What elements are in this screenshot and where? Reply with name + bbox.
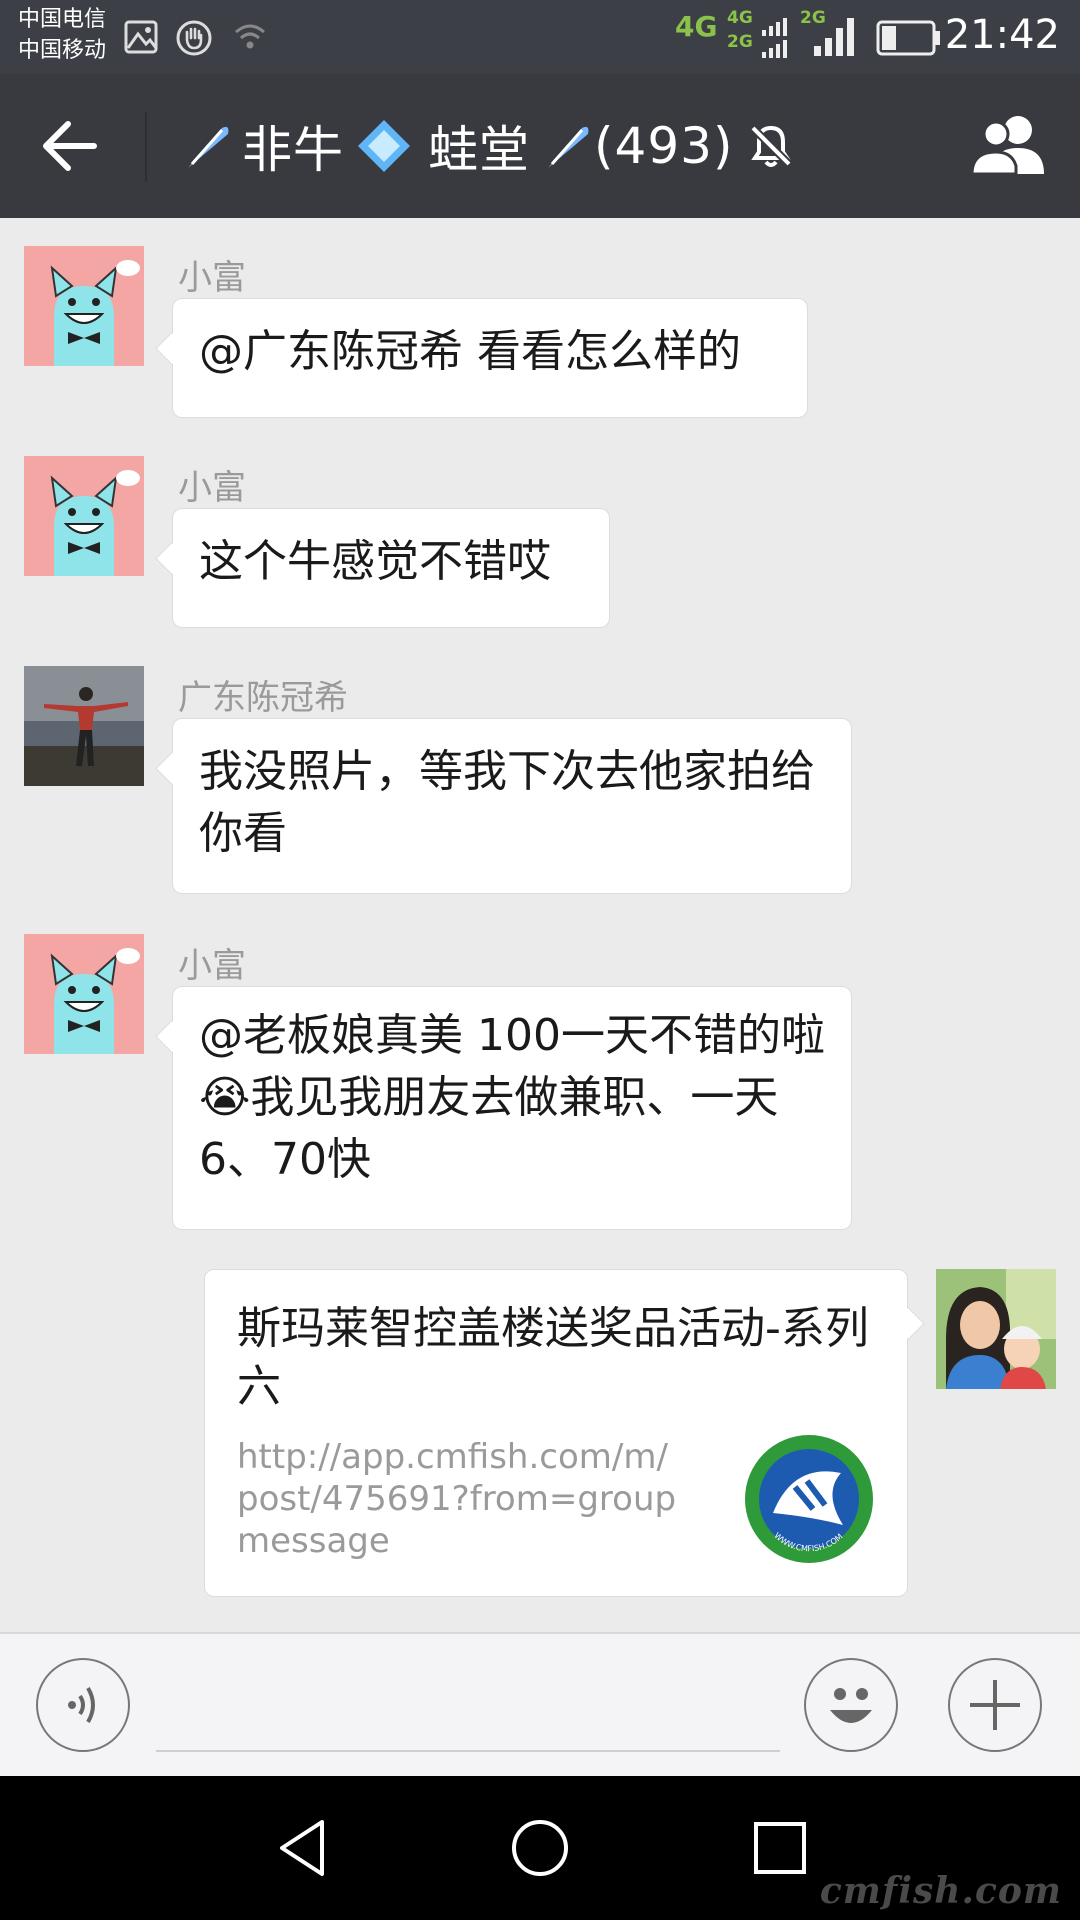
sender-name: 小富 — [178, 946, 246, 986]
chat-area[interactable]: 小富 @广东陈冠希 看看怎么样的 小富 这个牛感觉不错哎 广东陈冠希 我没照片，… — [0, 218, 1080, 1632]
message-bubble[interactable]: 这个牛感觉不错哎 — [172, 508, 610, 628]
emoji-button[interactable] — [804, 1658, 898, 1752]
message-bubble[interactable]: 我没照片，等我下次去他家拍给你看 — [172, 718, 852, 894]
signal-dual-icon — [762, 18, 787, 58]
member-count: (493) — [594, 117, 734, 175]
carrier-labels: 中国电信 中国移动 — [18, 4, 106, 66]
status-bar: 中国电信 中国移动 4G 4G 2G 2G 21:42 — [0, 0, 1080, 74]
battery-icon — [876, 20, 940, 56]
message-input[interactable] — [156, 1750, 780, 1752]
diamond-icon — [358, 120, 410, 172]
signal-icon — [814, 18, 854, 56]
self-avatar[interactable] — [936, 1269, 1056, 1389]
network-4g-label: 4G — [675, 10, 718, 43]
system-nav-bar: cmfish.com — [0, 1776, 1080, 1920]
sender-name: 广东陈冠希 — [178, 678, 348, 718]
gallery-icon — [124, 20, 158, 54]
sender-name: 小富 — [178, 468, 246, 508]
emoji-icon — [830, 1688, 872, 1723]
plus-icon — [970, 1680, 1020, 1730]
title-part-2: 蛙堂 — [428, 121, 530, 179]
title-bar: 非牛 蛙堂 (493) — [0, 74, 1080, 218]
message-bubble[interactable]: @广东陈冠希 看看怎么样的 — [172, 298, 808, 418]
link-url: http://app.cmfish.com/m/post/475691?from… — [237, 1437, 677, 1561]
nav-recents-icon[interactable] — [748, 1816, 812, 1880]
cat-avatar[interactable] — [24, 456, 144, 576]
network-2g-small: 2G — [727, 32, 753, 52]
cat-avatar[interactable] — [24, 934, 144, 1054]
wifi-icon — [235, 24, 265, 49]
cat-avatar[interactable] — [24, 246, 144, 366]
comet-icon — [188, 126, 229, 168]
cmfish-logo: WWW.CMFISH.COM — [743, 1433, 875, 1565]
message-bubble[interactable]: @老板娘真美 100一天不错的啦😭我见我朋友去做兼职、一天6、70快 — [172, 986, 852, 1230]
title-part-1: 非牛 — [242, 121, 344, 179]
input-bar — [0, 1632, 1080, 1776]
group-members-icon[interactable] — [968, 114, 1052, 176]
network-4g-small: 4G — [727, 8, 753, 28]
muted-bell-icon — [750, 125, 793, 167]
title-divider — [145, 112, 147, 182]
clock: 21:42 — [944, 12, 1060, 58]
link-card[interactable]: 斯玛莱智控盖楼送奖品活动-系列六 http://app.cmfish.com/m… — [204, 1269, 908, 1597]
voice-icon — [68, 1686, 95, 1724]
beach-photo-avatar[interactable] — [24, 666, 144, 786]
hand-icon — [176, 20, 212, 56]
nav-home-icon[interactable] — [508, 1816, 572, 1880]
comet-icon — [548, 126, 589, 168]
carrier-2: 中国移动 — [18, 38, 107, 63]
sender-name: 小富 — [178, 258, 246, 298]
chat-title[interactable]: 非牛 蛙堂 (493) — [182, 110, 795, 182]
back-arrow-icon[interactable] — [40, 120, 100, 172]
watermark: cmfish.com — [819, 1870, 1062, 1912]
carrier-1: 中国电信 — [18, 7, 107, 32]
voice-button[interactable] — [36, 1658, 130, 1752]
nav-back-icon[interactable] — [272, 1816, 336, 1880]
more-button[interactable] — [948, 1658, 1042, 1752]
link-title: 斯玛莱智控盖楼送奖品活动-系列六 — [237, 1303, 869, 1412]
